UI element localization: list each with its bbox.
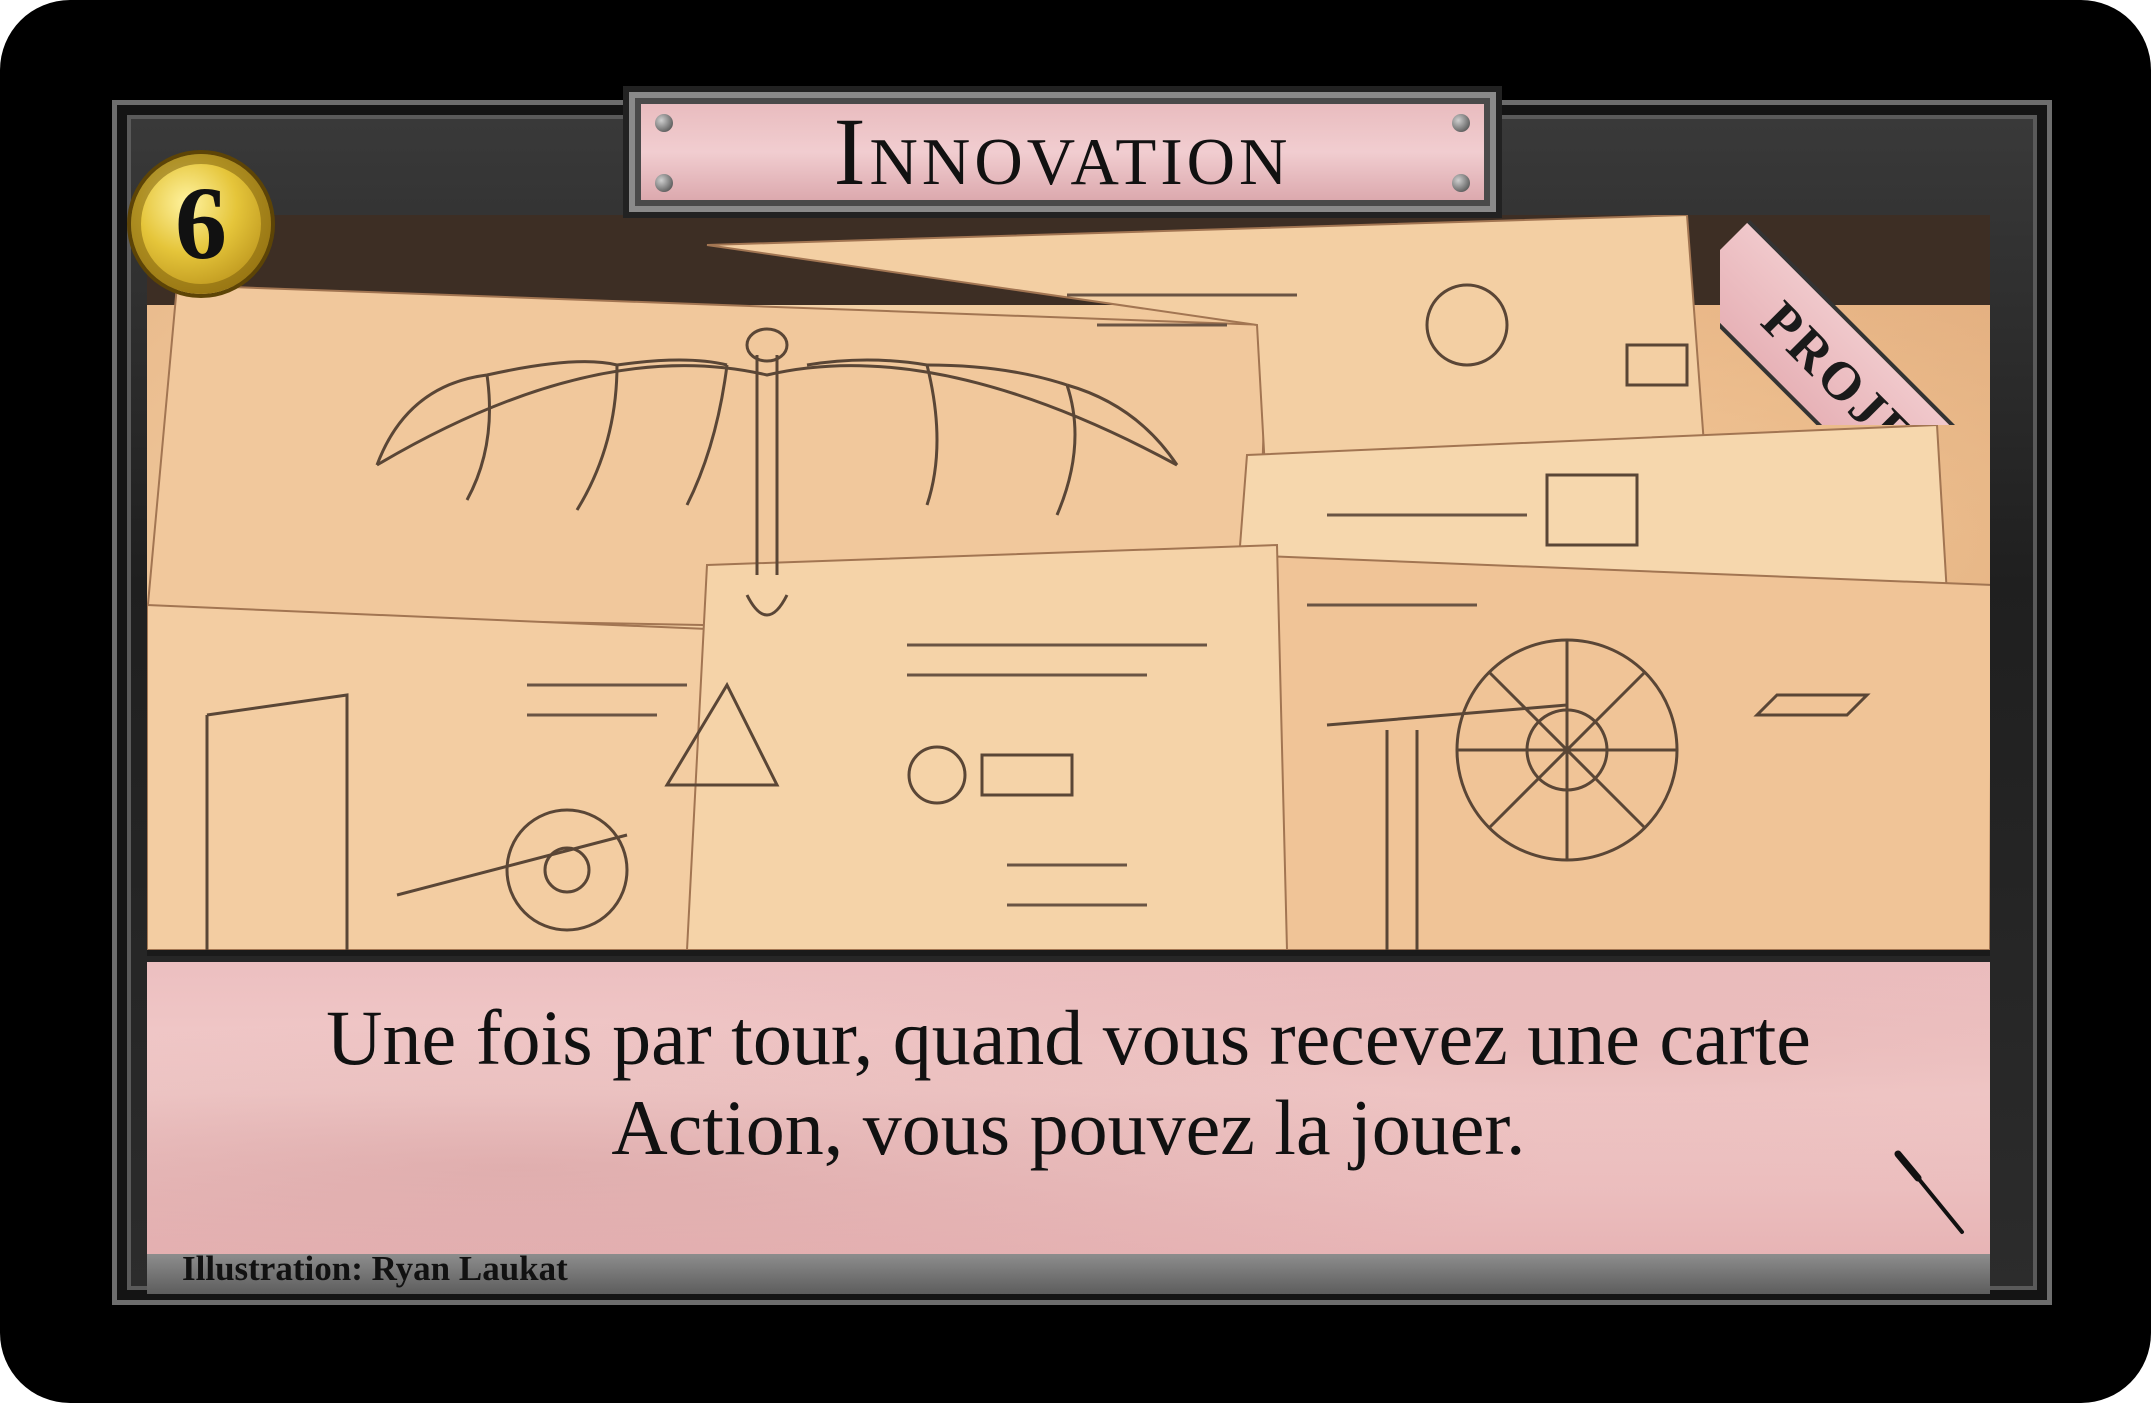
illustration-credit: Illustration: Ryan Laukat: [182, 1249, 568, 1288]
card-text: Une fois par tour, quand vous recevez un…: [326, 994, 1811, 1171]
coin-icon: 6: [131, 154, 271, 294]
type-ribbon-band: PROJET: [1720, 220, 2020, 425]
card-cost: 6: [175, 166, 227, 281]
rivet-icon: [655, 174, 673, 192]
rivet-icon: [1452, 114, 1470, 132]
title-banner: Innovation: [635, 98, 1490, 206]
type-ribbon: PROJET: [1720, 125, 2020, 425]
rivet-icon: [655, 114, 673, 132]
card-textbox: Une fois par tour, quand vous recevez un…: [147, 962, 1990, 1254]
card: Innovation 6 PROJET Une fois par tour, q…: [0, 0, 2151, 1403]
card-artwork: [147, 215, 1990, 956]
rivet-icon: [1452, 174, 1470, 192]
card-type: PROJET: [1750, 289, 1957, 425]
paintbrush-icon: [1894, 1150, 1964, 1234]
card-title: Innovation: [833, 98, 1292, 205]
